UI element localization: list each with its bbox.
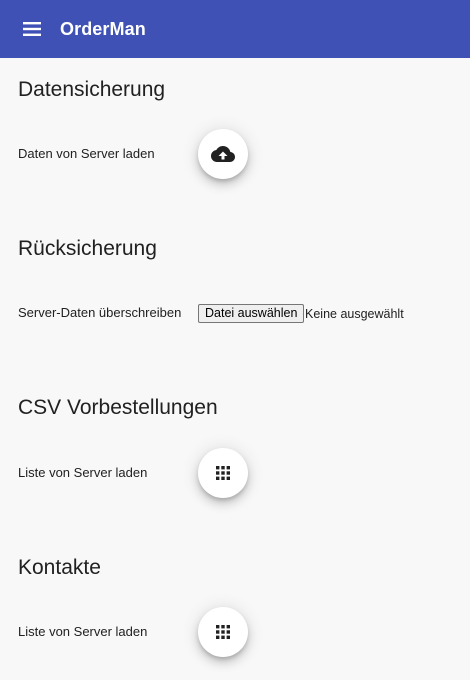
- menu-icon: [23, 22, 41, 36]
- app-bar: OrderMan: [0, 0, 470, 58]
- section-title-kontakte: Kontakte: [18, 556, 101, 579]
- section-title-csv-vorbestellungen: CSV Vorbestellungen: [18, 396, 218, 419]
- choose-file-button[interactable]: Datei auswählen: [198, 304, 305, 323]
- grid-icon: [216, 466, 230, 480]
- backup-download-label: Daten von Server laden: [18, 146, 155, 161]
- cloud-download-icon: [211, 146, 235, 162]
- csv-load-button[interactable]: [198, 448, 248, 498]
- contacts-load-label: Liste von Server laden: [18, 624, 148, 639]
- app-title: OrderMan: [60, 19, 146, 39]
- contacts-load-button[interactable]: [198, 607, 248, 657]
- csv-load-label: Liste von Server laden: [18, 465, 148, 480]
- section-title-datensicherung: Datensicherung: [18, 78, 166, 101]
- backup-download-button[interactable]: [198, 129, 248, 179]
- menu-button[interactable]: [14, 11, 50, 47]
- file-status-text: Keine ausgewählt: [305, 307, 404, 321]
- section-title-ruecksicherung: Rücksicherung: [18, 237, 157, 260]
- grid-icon: [216, 625, 230, 639]
- restore-overwrite-label: Server-Daten überschreiben: [18, 305, 182, 320]
